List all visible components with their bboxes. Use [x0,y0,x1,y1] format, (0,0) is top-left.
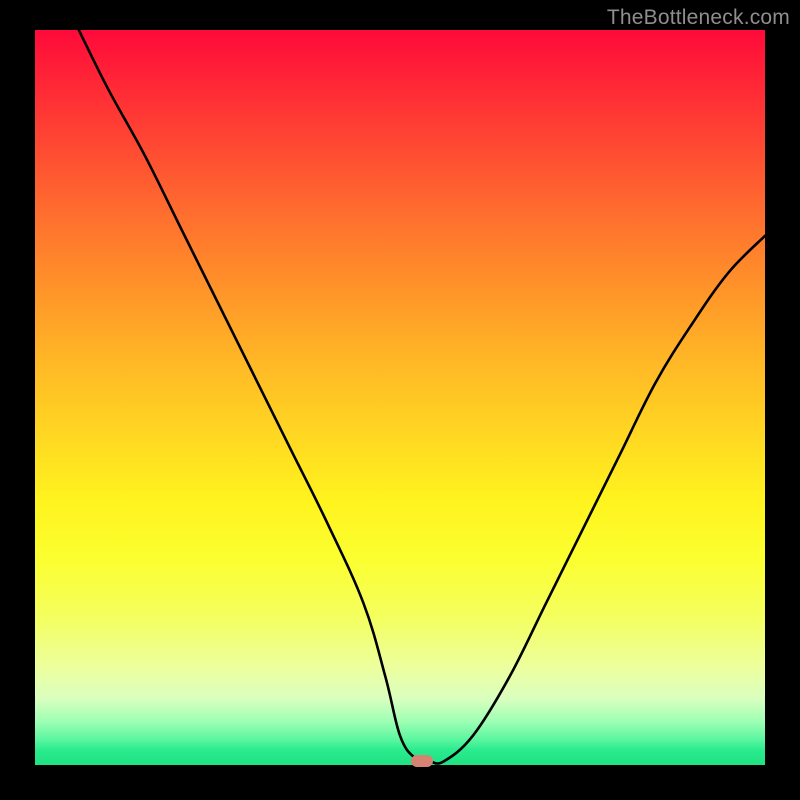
watermark-text: TheBottleneck.com [607,6,790,30]
chart-frame: TheBottleneck.com [0,0,800,800]
bottleneck-curve [35,30,765,765]
plot-area [35,30,765,765]
minimum-marker [411,755,433,767]
